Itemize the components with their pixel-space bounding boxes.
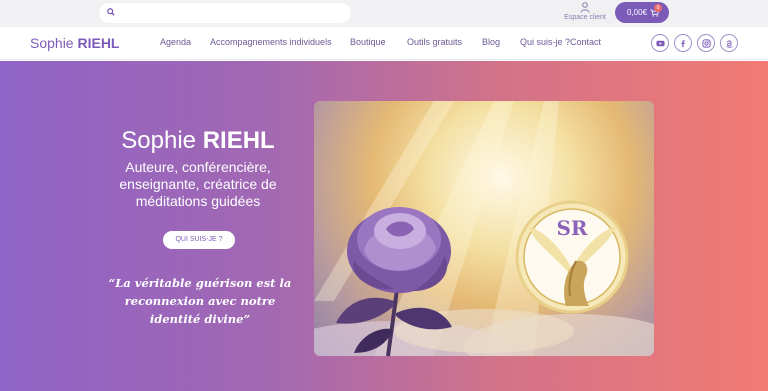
cart-button[interactable]: 0,00€ 0 <box>615 2 669 23</box>
logo-last-name: RIEHL <box>77 35 120 51</box>
monogram-logo: SR <box>556 216 587 240</box>
hero-section: Sophie RIEHL Auteure, conférencière, ens… <box>0 61 768 391</box>
cart-amount: 0,00€ <box>627 8 648 17</box>
hero-image: SR <box>314 101 654 356</box>
hero-title-first: Sophie <box>121 127 197 154</box>
nav-item-contact[interactable]: Contact <box>570 37 601 47</box>
instagram-icon <box>701 38 711 48</box>
cart-count-badge: 0 <box>654 4 662 12</box>
account-label: Espace client <box>564 14 606 21</box>
hero-title-last: RIEHL <box>202 127 275 154</box>
nav-item-qui-suis-je[interactable]: Qui suis-je ? <box>520 37 570 47</box>
hero-quote: “La véritable guérison est la reconnexio… <box>108 276 292 326</box>
youtube-icon <box>655 40 665 46</box>
search-icon <box>107 8 115 16</box>
search-input[interactable] <box>99 3 351 23</box>
amazon-icon <box>725 39 733 48</box>
about-button[interactable]: QUI SUIS-JE ? <box>163 231 235 249</box>
nav-item-outils-gratuits[interactable]: Outils gratuits <box>407 37 462 47</box>
facebook-icon <box>681 39 685 47</box>
hero-subtitle: Auteure, conférencière, enseignante, cré… <box>119 159 277 209</box>
amazon-link[interactable] <box>720 34 738 52</box>
facebook-link[interactable] <box>674 34 692 52</box>
top-bar: Espace client 0,00€ 0 <box>0 0 768 27</box>
nav-item-accompagnements[interactable]: Accompagnements individuels <box>210 37 332 47</box>
user-icon <box>580 2 590 13</box>
logo-first-name: Sophie <box>30 35 74 51</box>
nav-item-agenda[interactable]: Agenda <box>160 37 191 47</box>
nav-item-boutique[interactable]: Boutique <box>350 37 386 47</box>
main-nav: Sophie RIEHL Agenda Accompagnements indi… <box>0 27 768 60</box>
account-link[interactable]: Espace client <box>560 2 610 24</box>
site-logo[interactable]: Sophie RIEHL <box>30 35 119 51</box>
monogram-text: SR <box>556 216 587 240</box>
instagram-link[interactable] <box>697 34 715 52</box>
youtube-link[interactable] <box>651 34 669 52</box>
nav-item-blog[interactable]: Blog <box>482 37 500 47</box>
